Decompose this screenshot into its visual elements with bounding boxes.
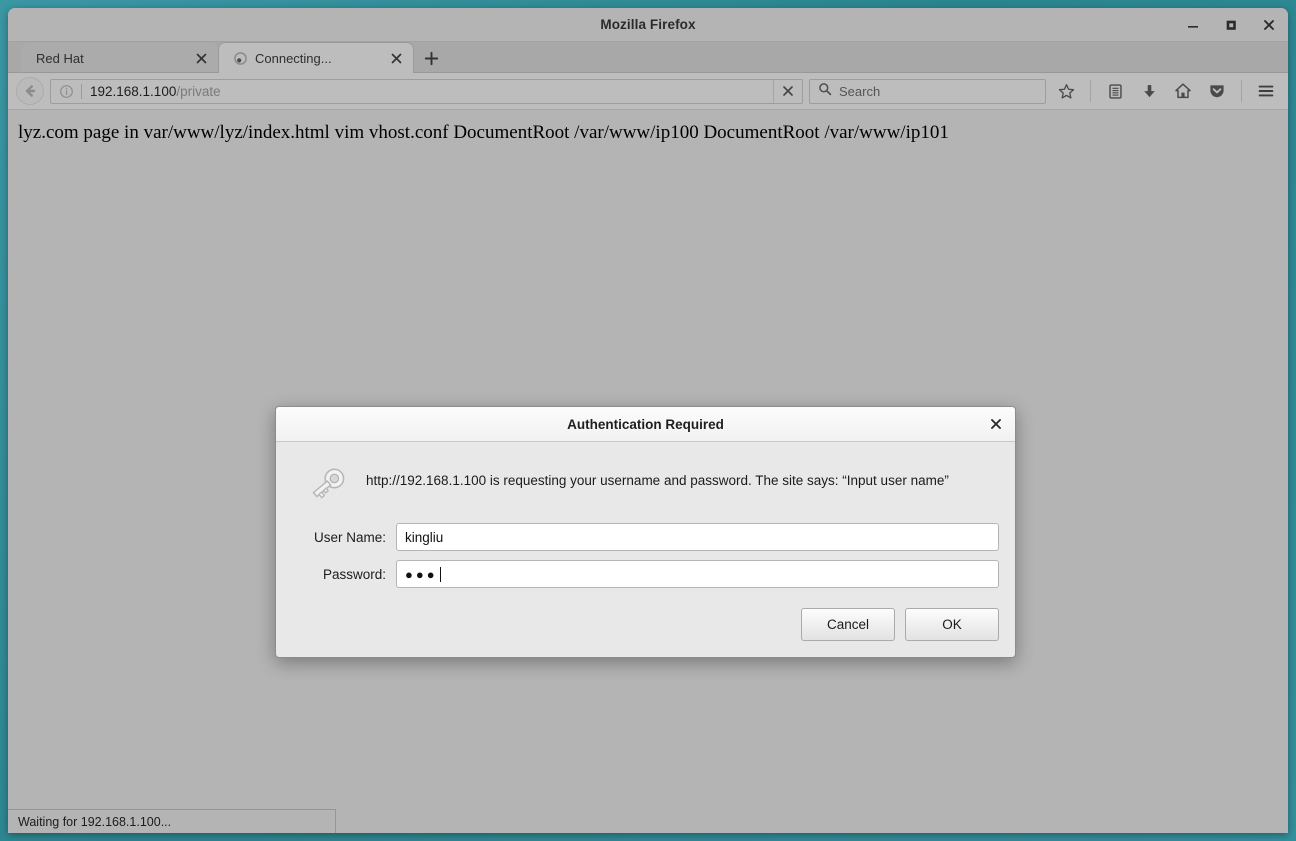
home-button[interactable] xyxy=(1169,77,1197,105)
maximize-button[interactable] xyxy=(1222,16,1240,34)
menu-button[interactable] xyxy=(1252,77,1280,105)
window-controls xyxy=(1184,8,1278,41)
tab-close-icon[interactable] xyxy=(388,50,405,67)
authentication-dialog: Authentication Required http://192.168.1… xyxy=(275,406,1016,658)
tab-red-hat[interactable]: Red Hat xyxy=(22,43,218,73)
cancel-button[interactable]: Cancel xyxy=(801,608,895,641)
new-tab-button[interactable] xyxy=(414,43,448,73)
downloads-button[interactable] xyxy=(1135,77,1163,105)
url-input[interactable]: 192.168.1.100/private xyxy=(90,84,773,99)
navigation-toolbar: 192.168.1.100/private Search xyxy=(8,73,1288,110)
search-icon xyxy=(818,82,832,101)
stop-button[interactable] xyxy=(773,79,802,103)
url-bar[interactable]: 192.168.1.100/private xyxy=(50,78,803,104)
tab-label: Red Hat xyxy=(36,50,84,66)
window-title: Mozilla Firefox xyxy=(600,17,696,32)
close-button[interactable] xyxy=(1260,16,1278,34)
dialog-message-row: http://192.168.1.100 is requesting your … xyxy=(292,456,999,523)
dialog-message: http://192.168.1.100 is requesting your … xyxy=(366,473,949,488)
bookmark-star-button[interactable] xyxy=(1052,77,1080,105)
url-path: /private xyxy=(176,83,221,99)
password-masked-value: ●●● xyxy=(405,566,438,582)
search-input[interactable]: Search xyxy=(839,84,880,99)
password-input[interactable]: ●●● xyxy=(396,560,999,588)
dialog-button-row: Cancel OK xyxy=(292,597,999,657)
dialog-close-icon[interactable] xyxy=(987,415,1005,433)
password-label: Password: xyxy=(322,566,386,582)
ok-button[interactable]: OK xyxy=(905,608,999,641)
browser-window: Mozilla Firefox Red Hat Connecting... 19… xyxy=(8,8,1288,833)
page-content-area: lyz.com page in var/www/lyz/index.html v… xyxy=(8,110,1288,833)
key-icon xyxy=(306,462,352,509)
username-row: User Name: kingliu xyxy=(292,523,999,551)
pocket-button[interactable] xyxy=(1203,77,1231,105)
status-text: Waiting for 192.168.1.100... xyxy=(18,814,172,829)
library-button[interactable] xyxy=(1101,77,1129,105)
tab-strip: Red Hat Connecting... xyxy=(8,42,1288,73)
back-button[interactable] xyxy=(16,77,44,105)
window-titlebar: Mozilla Firefox xyxy=(8,8,1288,42)
tab-close-icon[interactable] xyxy=(193,50,210,67)
password-row: Password: ●●● xyxy=(292,560,999,588)
dialog-body: http://192.168.1.100 is requesting your … xyxy=(276,442,1015,657)
username-input[interactable]: kingliu xyxy=(396,523,999,551)
status-popup: Waiting for 192.168.1.100... xyxy=(8,809,336,833)
dialog-titlebar: Authentication Required xyxy=(276,407,1015,442)
desktop-background: Mozilla Firefox Red Hat Connecting... 19… xyxy=(0,0,1296,841)
url-separator xyxy=(81,83,82,99)
minimize-button[interactable] xyxy=(1184,16,1202,34)
url-host: 192.168.1.100 xyxy=(90,83,177,99)
tab-label: Connecting... xyxy=(255,50,332,66)
tab-loading-spinner-icon xyxy=(233,51,248,66)
toolbar-separator xyxy=(1241,80,1242,102)
username-label: User Name: xyxy=(313,529,386,545)
page-body-text: lyz.com page in var/www/lyz/index.html v… xyxy=(18,122,949,143)
tab-connecting[interactable]: Connecting... xyxy=(218,42,414,73)
identity-info-icon[interactable] xyxy=(51,80,81,103)
text-caret xyxy=(439,566,441,582)
dialog-title: Authentication Required xyxy=(567,416,724,432)
toolbar-separator xyxy=(1090,80,1091,102)
search-bar[interactable]: Search xyxy=(809,78,1046,104)
